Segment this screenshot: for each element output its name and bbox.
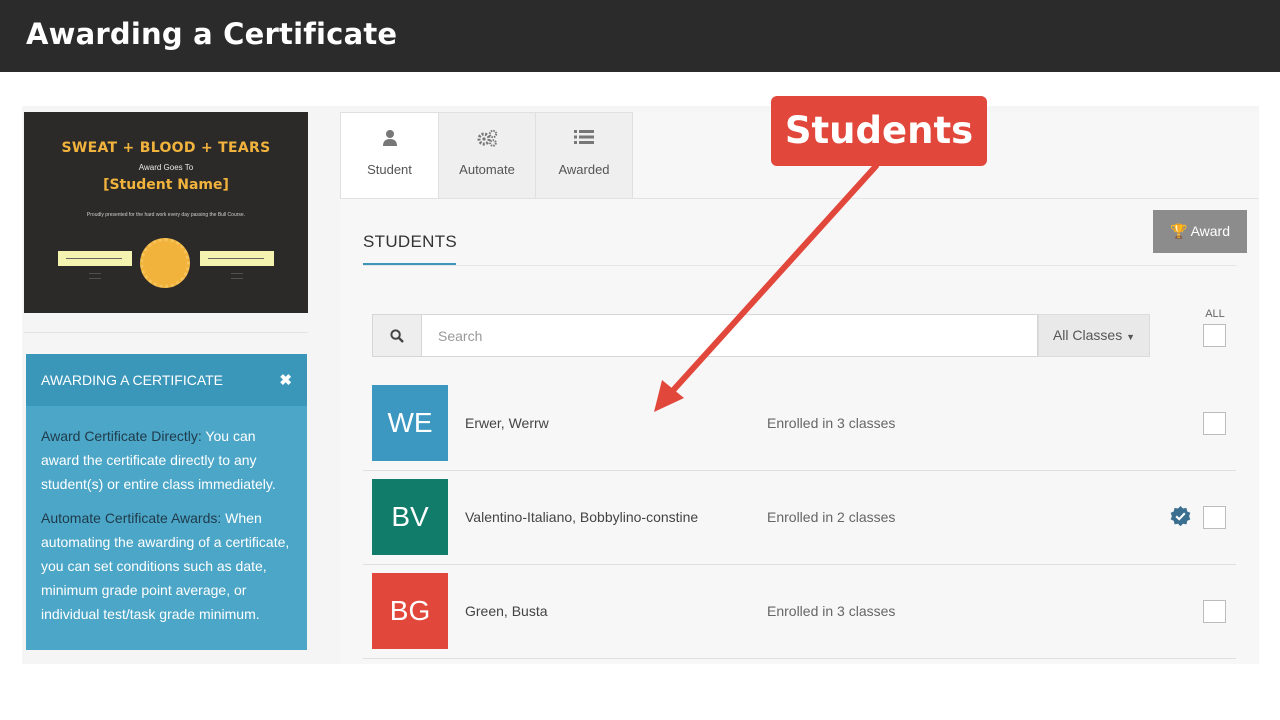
gears-icon: [439, 129, 535, 149]
tab-automate-label: Automate: [459, 162, 515, 177]
students-heading-rule: [363, 265, 1236, 266]
list-icon: [536, 129, 632, 149]
tab-student[interactable]: Student: [340, 112, 439, 199]
tab-automate[interactable]: Automate: [438, 112, 536, 199]
signature-caption-left: ——— ———: [89, 270, 101, 280]
certificate-fine-print: Proudly presented for the hard work ever…: [86, 212, 246, 218]
help-panel-heading: AWARDING A CERTIFICATE: [41, 372, 224, 388]
student-checkbox[interactable]: [1203, 412, 1226, 435]
signature-left: [58, 251, 132, 266]
help-panel-header: AWARDING A CERTIFICATE ✖: [26, 354, 307, 406]
help-paragraph-direct: Award Certificate Directly: You can awar…: [41, 424, 297, 496]
students-callout: Students: [771, 96, 987, 166]
certificate-award-goes-to: Award Goes To: [138, 163, 194, 172]
title-bar: Awarding a Certificate: [0, 0, 1280, 72]
search-button[interactable]: [372, 314, 422, 357]
all-classes-dropdown[interactable]: All Classes ▼: [1038, 314, 1150, 357]
student-checkbox[interactable]: [1203, 600, 1226, 623]
search-icon: [390, 327, 404, 344]
tab-awarded-label: Awarded: [558, 162, 610, 177]
signature-caption-right: ——— ———: [231, 270, 243, 280]
sidebar-divider: [24, 332, 308, 333]
help-automate-label: Automate Certificate Awards:: [41, 510, 222, 526]
trophy-icon: 🏆: [1170, 223, 1188, 239]
student-checkbox[interactable]: [1203, 506, 1226, 529]
caret-down-icon: ▼: [1126, 332, 1136, 342]
student-enrollment: Enrolled in 3 classes: [767, 603, 896, 619]
tab-student-label: Student: [367, 162, 412, 177]
search-bar: All Classes ▼: [372, 314, 1150, 357]
signature-right: [200, 251, 274, 266]
row-divider: [363, 658, 1236, 659]
help-paragraph-automate: Automate Certificate Awards: When automa…: [41, 506, 297, 626]
student-name: Valentino-Italiano, Bobbylino-constine: [465, 509, 699, 525]
page-title: Awarding a Certificate: [26, 17, 398, 51]
student-enrollment: Enrolled in 3 classes: [767, 415, 896, 431]
help-direct-label: Award Certificate Directly:: [41, 428, 202, 444]
avatar: BV: [372, 479, 448, 555]
students-heading-underline: [363, 263, 456, 265]
student-enrollment: Enrolled in 2 classes: [767, 509, 896, 525]
help-panel: AWARDING A CERTIFICATE ✖ Award Certifica…: [26, 354, 307, 650]
tab-awarded[interactable]: Awarded: [535, 112, 633, 199]
help-automate-text: When automating the awarding of a certif…: [41, 510, 290, 622]
students-heading: STUDENTS: [363, 232, 458, 251]
avatar: BG: [372, 573, 448, 649]
tab-bar-divider: [340, 198, 1258, 199]
verified-badge-icon: [1170, 506, 1191, 527]
help-panel-body: Award Certificate Directly: You can awar…: [41, 424, 297, 636]
certificate-student-name: [Student Name]: [103, 177, 229, 193]
student-name: Green, Busta: [465, 603, 548, 619]
row-divider: [363, 470, 1236, 471]
award-button-label: Award: [1190, 223, 1230, 239]
select-all-label: ALL: [1205, 308, 1225, 320]
student-name: Erwer, Werrw: [465, 415, 549, 431]
select-all-checkbox[interactable]: [1203, 324, 1226, 347]
search-input[interactable]: [422, 314, 1038, 357]
certificate-title: SWEAT + BLOOD + TEARS: [61, 140, 271, 156]
avatar: WE: [372, 385, 448, 461]
all-classes-label: All Classes: [1052, 327, 1123, 343]
award-button[interactable]: 🏆 Award: [1153, 210, 1247, 253]
user-icon: [341, 129, 438, 149]
certificate-preview: SWEAT + BLOOD + TEARS Award Goes To [Stu…: [24, 112, 308, 313]
close-icon[interactable]: ✖: [279, 371, 292, 389]
row-divider: [363, 564, 1236, 565]
certificate-seal-icon: [140, 238, 190, 288]
